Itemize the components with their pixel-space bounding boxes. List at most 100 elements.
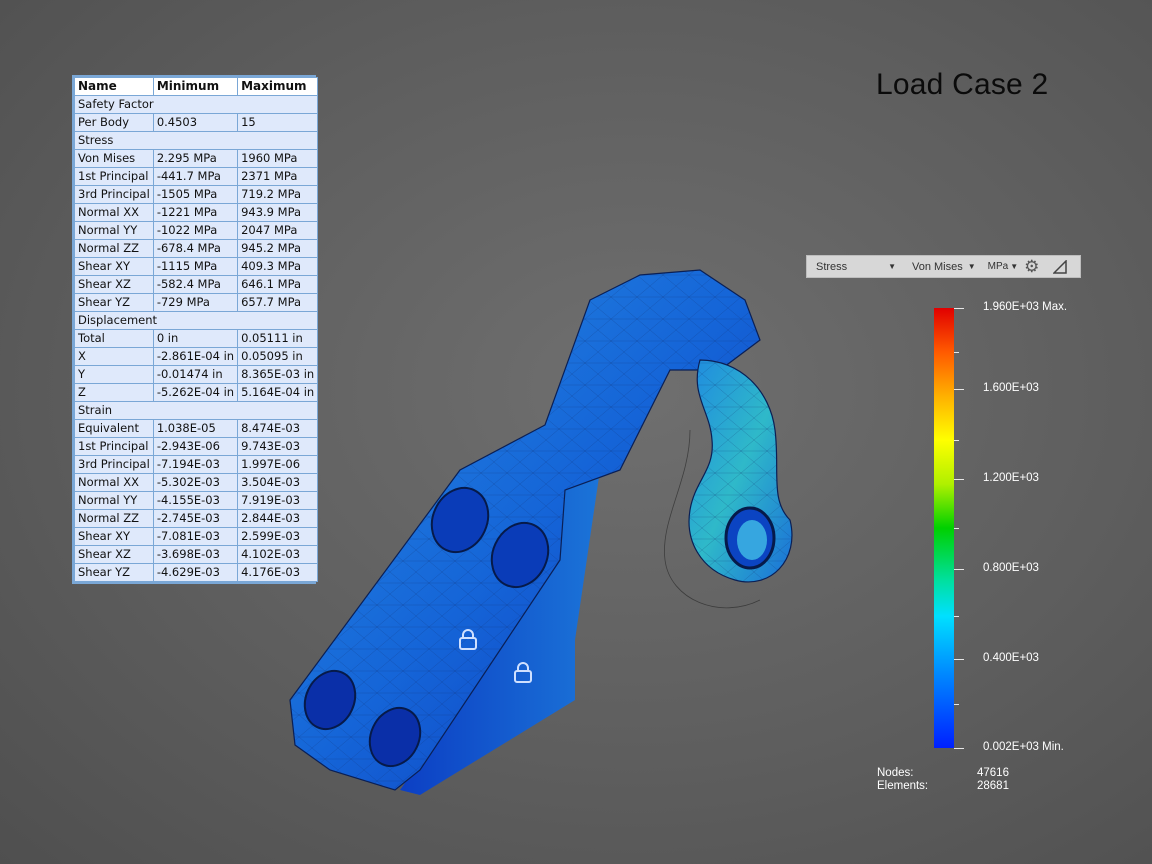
legend-minor-tick [954,352,959,353]
legend-label: 1.960E+03 Max. [983,301,1068,313]
row-name: Shear XZ [74,275,154,294]
bracket-model[interactable] [289,269,793,795]
row-name: Shear XZ [74,545,154,564]
row-minimum: -7.081E-03 [152,527,239,546]
row-minimum: -3.698E-03 [152,545,239,564]
legend-minor-tick [954,704,959,705]
row-minimum: -4.629E-03 [152,563,239,582]
row-maximum: 15 [237,113,319,132]
header-name: Name [74,77,154,96]
gear-icon[interactable]: ⚙ [1024,257,1039,277]
row-minimum: -582.4 MPa [152,275,239,294]
row-maximum: 943.9 MPa [237,203,319,222]
unit-value: MPa [987,261,1009,272]
unit-dropdown[interactable]: MPa ▼ [988,261,1018,272]
legend-major-tick [954,748,964,749]
header-minimum: Minimum [152,77,239,96]
row-maximum: 2047 MPa [237,221,319,240]
table-row: Normal XX -1221 MPa 943.9 MPa [74,203,319,222]
legend-label: 0.800E+03 [983,561,1039,574]
table-row: 1st Principal -441.7 MPa 2371 MPa [74,167,319,186]
legend-minor-tick [954,616,959,617]
row-minimum: -1221 MPa [152,203,239,222]
row-minimum: 1.038E-05 [152,419,239,438]
row-minimum: -2.861E-04 in [152,347,239,366]
legend-label: 1.600E+03 [983,381,1039,394]
legend-label: 1.200E+03 [983,471,1039,484]
result-type-value: Stress [816,260,848,273]
row-name: Y [74,365,154,384]
row-minimum: -2.745E-03 [152,509,239,528]
color-legend-bar [934,308,954,748]
legend-major-tick [954,658,964,660]
row-minimum: -678.4 MPa [152,239,239,258]
row-name: Normal YY [74,221,154,240]
elements-label: Elements: [877,780,929,792]
row-minimum: -1505 MPa [152,185,239,204]
row-minimum: -441.7 MPa [152,167,239,186]
row-name: Normal YY [74,491,154,510]
legend-minor-tick [954,440,959,441]
row-name: Normal XX [74,203,154,222]
table-row: 3rd Principal -1505 MPa 719.2 MPa [74,185,319,204]
model-viewport[interactable] [270,255,810,815]
header-maximum: Maximum [237,77,319,96]
triangle-ruler-icon[interactable] [1053,259,1068,274]
section-label: Stress [73,131,319,150]
row-name: Normal XX [74,473,154,492]
section-row: Stress [73,131,319,150]
nodes-label: Nodes: [877,767,914,779]
row-maximum: 1960 MPa [237,149,319,168]
row-minimum: 2.295 MPa [152,149,239,168]
row-name: Normal ZZ [74,239,154,258]
result-toolbar: Stress ▼ Von Mises ▼ MPa ▼ ⚙ [806,255,1081,278]
component-value: Von Mises [912,260,963,273]
row-name: 1st Principal [74,167,154,186]
chevron-down-icon: ▼ [1010,262,1019,271]
row-maximum: 2371 MPa [237,167,319,186]
row-name: 1st Principal [74,437,154,456]
legend-major-tick [954,568,964,570]
chevron-down-icon: ▼ [888,262,896,271]
row-minimum: -7.194E-03 [152,455,239,474]
table-row: Von Mises 2.295 MPa 1960 MPa [74,149,319,168]
section-row: Safety Factor [73,95,319,114]
row-minimum: -4.155E-03 [152,491,239,510]
load-case-title: Load Case 2 [876,68,1049,101]
legend-label: 0.002E+03 Min. [983,741,1064,753]
row-minimum: -2.943E-06 [152,437,239,456]
row-minimum: -1022 MPa [152,221,239,240]
row-name: Shear XY [74,527,154,546]
table-row: Normal YY -1022 MPa 2047 MPa [74,221,319,240]
row-name: Shear YZ [74,563,154,582]
chevron-down-icon: ▼ [967,262,976,271]
legend-minor-tick [954,528,959,529]
result-type-dropdown[interactable]: Stress ▼ [816,261,896,273]
legend-major-tick [954,388,964,390]
row-name: Von Mises [74,149,154,168]
nodes-value: 47616 [977,767,1009,779]
row-minimum: 0 in [152,329,239,348]
table-header-row: Name Minimum Maximum [74,77,319,96]
row-name: Shear YZ [74,293,154,312]
row-minimum: -5.262E-04 in [152,383,239,402]
legend-major-tick [954,478,964,480]
row-minimum: -0.01474 in [152,365,239,384]
component-dropdown[interactable]: Von Mises ▼ [912,261,976,273]
row-maximum: 719.2 MPa [237,185,319,204]
row-name: Per Body [74,113,154,132]
row-minimum: -5.302E-03 [152,473,239,492]
row-name: 3rd Principal [74,455,154,474]
elements-value: 28681 [977,780,1009,792]
table-row: Per Body 0.4503 15 [74,113,319,132]
row-name: Z [74,383,154,402]
row-name: Total [74,329,154,348]
legend-label: 0.400E+03 [983,651,1039,664]
row-name: Normal ZZ [74,509,154,528]
section-label: Safety Factor [73,95,319,114]
row-minimum: -1115 MPa [152,257,239,276]
row-name: Shear XY [74,257,154,276]
row-minimum: 0.4503 [152,113,239,132]
row-name: 3rd Principal [74,185,154,204]
row-name: Equivalent [74,419,154,438]
